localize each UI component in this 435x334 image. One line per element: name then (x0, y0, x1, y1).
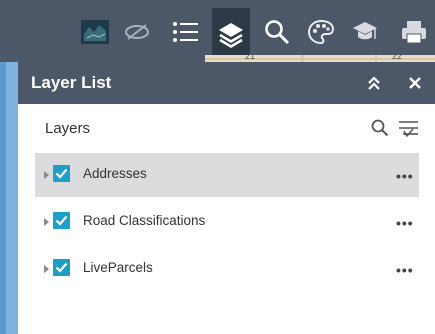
layer-row-road-classifications[interactable]: Road Classifications ••• (35, 200, 419, 244)
checkmark-icon (55, 215, 68, 226)
expand-arrow-icon[interactable] (44, 218, 49, 226)
layer-visibility-checkbox[interactable] (53, 259, 70, 276)
checkmark-icon (55, 262, 68, 273)
eye-slash-icon (125, 24, 149, 40)
widget-toolbar (0, 0, 435, 62)
legend-button[interactable] (166, 7, 204, 57)
basemap-gallery-button[interactable] (302, 7, 340, 57)
print-button[interactable] (395, 7, 433, 57)
visibility-button[interactable] (118, 7, 156, 57)
checkmark-icon (55, 168, 68, 179)
layer-more-options-icon[interactable]: ••• (396, 169, 414, 183)
layer-more-options-icon[interactable]: ••• (396, 216, 414, 230)
layer-label[interactable]: Addresses (83, 166, 147, 181)
layers-icon (219, 23, 243, 48)
expand-arrow-icon[interactable] (44, 265, 49, 273)
about-button[interactable] (346, 7, 384, 57)
layer-visibility-checkbox[interactable] (53, 165, 70, 182)
layer-options-icon[interactable] (398, 119, 420, 139)
layer-label[interactable]: LiveParcels (83, 260, 153, 275)
expand-arrow-icon[interactable] (44, 171, 49, 179)
printer-icon (402, 21, 426, 44)
layer-list-button[interactable] (212, 8, 250, 62)
layer-label[interactable]: Road Classifications (83, 213, 205, 228)
graduation-cap-icon (353, 22, 377, 40)
basemap-thumbnail-button[interactable] (76, 7, 114, 57)
layers-heading: Layers (45, 120, 91, 137)
layer-row-liveparcels[interactable]: LiveParcels ••• (35, 247, 419, 291)
layer-list-panel: Layer List Layers Addresses ••• Road Cla… (18, 62, 435, 334)
panel-title: Layer List (31, 73, 112, 92)
map-edge (0, 62, 18, 334)
double-chevron-up-icon[interactable] (363, 72, 385, 94)
close-icon[interactable] (404, 72, 426, 94)
map-label: 22 (392, 55, 403, 61)
layer-more-options-icon[interactable]: ••• (396, 263, 414, 277)
search-button[interactable] (258, 7, 296, 57)
layer-row-addresses[interactable]: Addresses ••• (35, 153, 419, 197)
layer-visibility-checkbox[interactable] (53, 212, 70, 229)
list-icon (173, 22, 198, 42)
palette-icon (307, 19, 335, 45)
layer-search-icon[interactable] (371, 119, 389, 137)
panel-header: Layer List (18, 62, 435, 104)
search-icon (265, 20, 290, 45)
basemap-icon (81, 20, 109, 44)
map-label: 21 (245, 55, 256, 61)
